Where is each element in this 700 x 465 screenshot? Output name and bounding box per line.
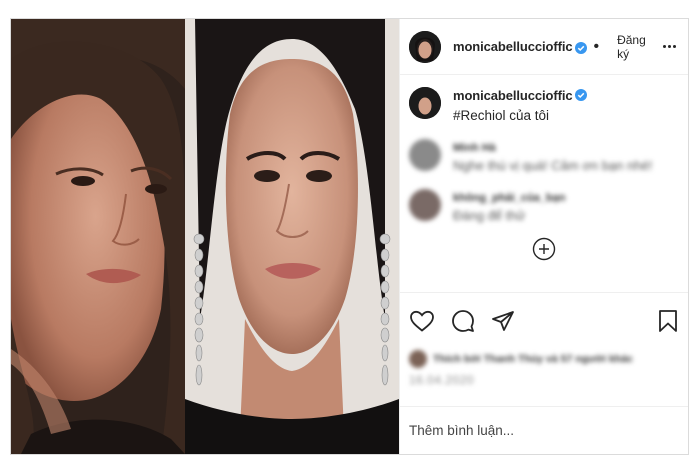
comment-body: không_phải_của_bạn Đáng để thử — [453, 189, 565, 225]
avatar — [409, 350, 427, 368]
action-bar — [400, 292, 688, 348]
post-header: monicabelluccioffic • Đăng ký — [400, 19, 688, 75]
comment-item: Minh Hà Nghe thú vị quá! Cảm ơn bạn nhé! — [409, 139, 679, 175]
avatar[interactable] — [409, 87, 441, 119]
caption-text: #Rechiol của tôi — [453, 108, 550, 123]
comment-item: không_phải_của_bạn Đáng để thử — [409, 189, 679, 225]
avatar[interactable] — [409, 189, 441, 221]
photo-left-face — [11, 19, 185, 454]
comment-username[interactable]: không_phải_của_bạn — [453, 189, 565, 207]
likes-section: Thích bởi Thanh Thủy và 57 người khác 16… — [400, 348, 688, 406]
verified-badge-icon — [575, 88, 588, 101]
separator-dot: • — [593, 37, 600, 55]
load-more-comments-icon[interactable] — [409, 237, 679, 261]
heart-icon[interactable] — [409, 309, 435, 333]
comment-body: Minh Hà Nghe thú vị quá! Cảm ơn bạn nhé! — [453, 139, 652, 175]
avatar[interactable] — [409, 139, 441, 171]
add-comment-bar — [400, 406, 688, 454]
add-comment-input[interactable] — [409, 423, 679, 438]
instagram-post: monicabelluccioffic • Đăng ký monicabell… — [10, 18, 689, 455]
avatar[interactable] — [409, 30, 441, 63]
caption-body: monicabelluccioffic #Rechiol của tôi — [453, 87, 588, 125]
post-side-panel: monicabelluccioffic • Đăng ký monicabell… — [399, 19, 688, 454]
post-date: 16.04.2020 — [409, 373, 475, 387]
comments-list: monicabelluccioffic #Rechiol của tôi Min… — [400, 75, 688, 292]
comment-text: Đáng để thử — [453, 208, 526, 223]
caption-row: monicabelluccioffic #Rechiol của tôi — [409, 87, 679, 125]
likes-text[interactable]: Thích bởi Thanh Thủy và 57 người khác — [433, 353, 633, 365]
more-options-icon[interactable] — [661, 45, 678, 48]
verified-badge-icon — [575, 41, 588, 54]
comment-icon[interactable] — [451, 309, 475, 333]
comment-text: Nghe thú vị quá! Cảm ơn bạn nhé! — [453, 158, 653, 173]
likes-row[interactable]: Thích bởi Thanh Thủy và 57 người khác — [409, 350, 679, 368]
bookmark-icon[interactable] — [657, 309, 679, 333]
username[interactable]: monicabelluccioffic — [453, 39, 573, 54]
follow-button[interactable]: Đăng ký — [617, 33, 661, 61]
post-photo[interactable] — [11, 19, 399, 454]
caption-username[interactable]: monicabelluccioffic — [453, 88, 573, 103]
photo-right-face — [185, 19, 399, 454]
share-icon[interactable] — [491, 309, 515, 333]
comment-username[interactable]: Minh Hà — [453, 139, 652, 157]
